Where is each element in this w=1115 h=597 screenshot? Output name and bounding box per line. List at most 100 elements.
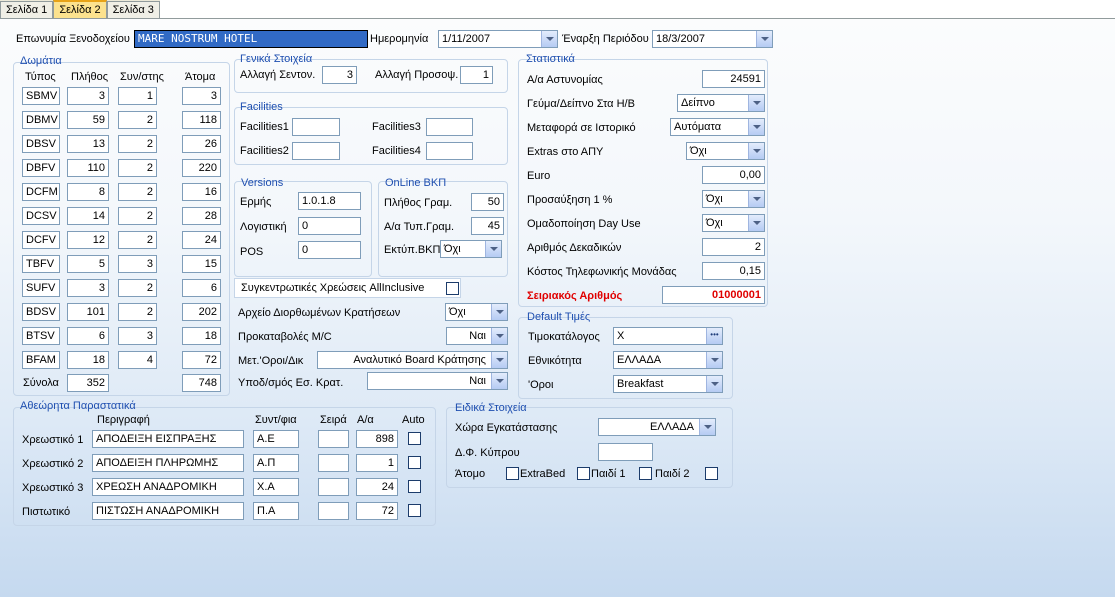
tab-page-1[interactable]: Σελίδα 1 <box>0 1 54 18</box>
doc-series-cell[interactable] <box>318 454 349 472</box>
chevron-down-icon[interactable] <box>491 304 507 320</box>
corrected-select[interactable]: Όχι <box>445 303 508 321</box>
room-count-cell[interactable]: 14 <box>67 207 109 225</box>
cyprus-tax-input[interactable] <box>598 443 653 461</box>
chevron-down-icon[interactable] <box>748 215 764 231</box>
country-select[interactable]: ΕΛΛΑΔΑ <box>598 418 716 436</box>
room-count-cell[interactable]: 5 <box>67 255 109 273</box>
doc-auto-checkbox[interactable] <box>408 504 421 517</box>
doc-desc-cell[interactable]: ΑΠΟΔΕΙΞΗ ΕΙΣΠΡΑΞΗΣ <box>92 430 244 448</box>
doc-series-cell[interactable] <box>318 430 349 448</box>
tab-page-2[interactable]: Σελίδα 2 <box>53 0 107 18</box>
room-coef-cell[interactable]: 4 <box>118 351 157 369</box>
date-picker[interactable]: 1/11/2007 <box>438 30 558 48</box>
pos-input[interactable]: 0 <box>298 241 361 259</box>
room-coef-cell[interactable]: 3 <box>118 255 157 273</box>
room-type-cell[interactable]: DBMV <box>22 111 60 129</box>
doc-num-cell[interactable]: 24 <box>356 478 398 496</box>
room-count-cell[interactable]: 3 <box>67 87 109 105</box>
room-count-cell[interactable]: 12 <box>67 231 109 249</box>
chevron-down-icon[interactable] <box>756 31 772 47</box>
room-count-cell[interactable]: 59 <box>67 111 109 129</box>
room-type-cell[interactable]: BFAM <box>22 351 60 369</box>
room-type-cell[interactable]: DCSV <box>22 207 60 225</box>
more-icon[interactable]: ••• <box>706 328 722 344</box>
room-count-cell[interactable]: 8 <box>67 183 109 201</box>
doc-desc-cell[interactable]: ΧΡΕΩΣΗ ΑΝΑΔΡΟΜΙΚΗ <box>92 478 244 496</box>
logistiki-input[interactable]: 0 <box>298 217 361 235</box>
increase-select[interactable]: Όχι <box>702 190 765 208</box>
room-count-cell[interactable]: 18 <box>67 351 109 369</box>
chevron-down-icon[interactable] <box>699 419 715 435</box>
room-coef-cell[interactable]: 2 <box>118 231 157 249</box>
room-count-cell[interactable]: 3 <box>67 279 109 297</box>
chevron-down-icon[interactable] <box>491 373 507 389</box>
child1-checkbox[interactable] <box>577 467 590 480</box>
room-coef-cell[interactable]: 2 <box>118 303 157 321</box>
doc-num-cell[interactable]: 898 <box>356 430 398 448</box>
split-select[interactable]: Ναι <box>367 372 508 390</box>
room-type-cell[interactable]: DCFV <box>22 231 60 249</box>
online-tline-input[interactable]: 45 <box>471 217 504 235</box>
towels-input[interactable]: 1 <box>460 66 493 84</box>
pricelist-input[interactable]: X ••• <box>613 327 723 345</box>
advances-select[interactable]: Ναι <box>446 327 508 345</box>
room-count-cell[interactable]: 13 <box>67 135 109 153</box>
doc-auto-checkbox[interactable] <box>408 456 421 469</box>
extra-checkbox[interactable] <box>705 467 718 480</box>
doc-abbr-cell[interactable]: Π.Α <box>253 502 299 520</box>
facilities4-input[interactable] <box>426 142 473 160</box>
room-count-cell[interactable]: 110 <box>67 159 109 177</box>
room-coef-cell[interactable]: 2 <box>118 207 157 225</box>
doc-abbr-cell[interactable]: Α.Π <box>253 454 299 472</box>
dayuse-select[interactable]: Όχι <box>702 214 765 232</box>
chevron-down-icon[interactable] <box>706 376 722 392</box>
hermes-input[interactable]: 1.0.1.8 <box>298 192 361 210</box>
doc-desc-cell[interactable]: ΠΙΣΤΩΣΗ ΑΝΑΔΡΟΜΙΚΗ <box>92 502 244 520</box>
hotel-name-input[interactable]: MARE NOSTRUM HOTEL <box>134 30 368 48</box>
doc-num-cell[interactable]: 72 <box>356 502 398 520</box>
terms-select[interactable]: Breakfast <box>613 375 723 393</box>
transfer-select[interactable]: Αναλυτικό Board Κράτησης <box>317 351 508 369</box>
room-type-cell[interactable]: SBMV <box>22 87 60 105</box>
chevron-down-icon[interactable] <box>748 95 764 111</box>
room-type-cell[interactable]: DBSV <box>22 135 60 153</box>
child2-checkbox[interactable] <box>639 467 652 480</box>
euro-input[interactable]: 0,00 <box>702 166 765 184</box>
room-type-cell[interactable]: DBFV <box>22 159 60 177</box>
chevron-down-icon[interactable] <box>541 31 557 47</box>
room-coef-cell[interactable]: 3 <box>118 327 157 345</box>
facilities3-input[interactable] <box>426 118 473 136</box>
sheets-input[interactable]: 3 <box>322 66 357 84</box>
chevron-down-icon[interactable] <box>706 352 722 368</box>
chevron-down-icon[interactable] <box>748 143 764 159</box>
room-type-cell[interactable]: BTSV <box>22 327 60 345</box>
room-type-cell[interactable]: BDSV <box>22 303 60 321</box>
chevron-down-icon[interactable] <box>748 191 764 207</box>
room-coef-cell[interactable]: 2 <box>118 111 157 129</box>
phone-cost-input[interactable]: 0,15 <box>702 262 765 280</box>
facilities1-input[interactable] <box>292 118 340 136</box>
doc-abbr-cell[interactable]: Χ.Α <box>253 478 299 496</box>
doc-series-cell[interactable] <box>318 502 349 520</box>
doc-num-cell[interactable]: 1 <box>356 454 398 472</box>
nationality-select[interactable]: ΕΛΛΑΔΑ <box>613 351 723 369</box>
extrabed-checkbox[interactable] <box>506 467 519 480</box>
serial-input[interactable]: 01000001 <box>662 286 765 304</box>
doc-auto-checkbox[interactable] <box>408 480 421 493</box>
room-count-cell[interactable]: 6 <box>67 327 109 345</box>
tab-page-3[interactable]: Σελίδα 3 <box>106 1 160 18</box>
doc-auto-checkbox[interactable] <box>408 432 421 445</box>
chevron-down-icon[interactable] <box>485 241 501 257</box>
room-type-cell[interactable]: SUFV <box>22 279 60 297</box>
room-coef-cell[interactable]: 2 <box>118 135 157 153</box>
chevron-down-icon[interactable] <box>491 328 507 344</box>
room-count-cell[interactable]: 101 <box>67 303 109 321</box>
doc-desc-cell[interactable]: ΑΠΟΔΕΙΞΗ ΠΛΗΡΩΜΗΣ <box>92 454 244 472</box>
meal-select[interactable]: Δείπνο <box>677 94 765 112</box>
room-type-cell[interactable]: TBFV <box>22 255 60 273</box>
decimals-input[interactable]: 2 <box>702 238 765 256</box>
allinclusive-checkbox[interactable] <box>446 282 459 295</box>
room-coef-cell[interactable]: 1 <box>118 87 157 105</box>
room-coef-cell[interactable]: 2 <box>118 279 157 297</box>
